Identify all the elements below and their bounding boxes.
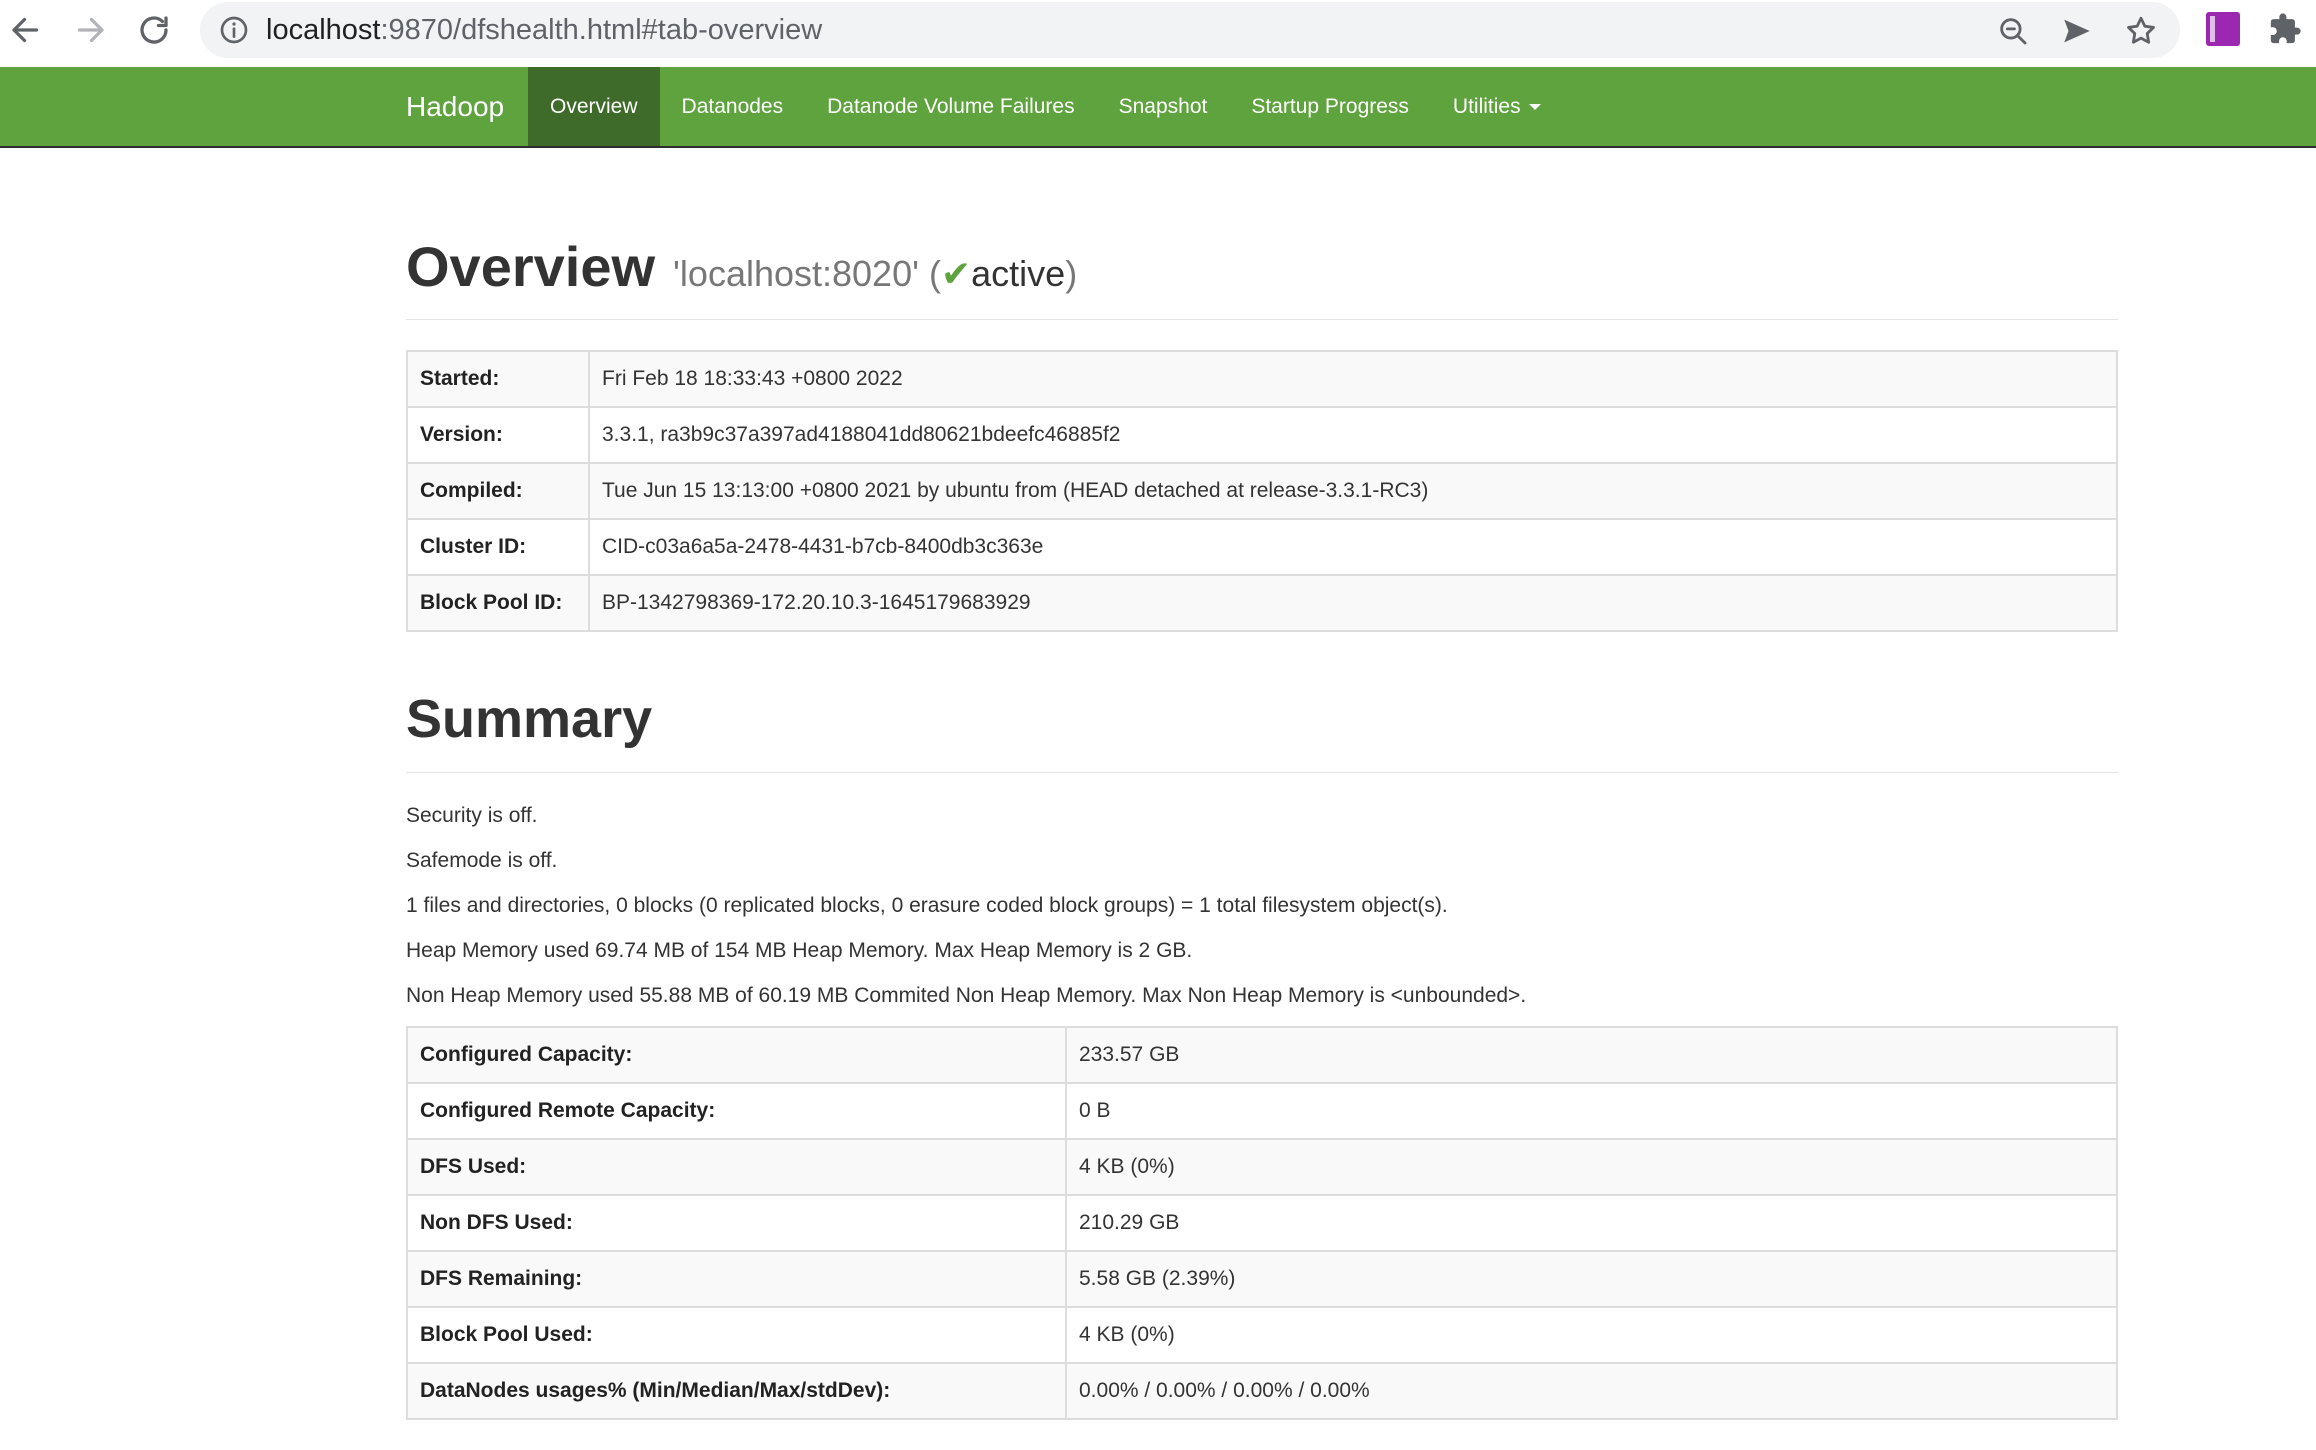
- table-row: Configured Remote Capacity: 0 B: [406, 1082, 2118, 1140]
- overview-header: Overview 'localhost:8020' (✔active): [406, 234, 2118, 320]
- filesystem-objects: 1 files and directories, 0 blocks (0 rep…: [406, 894, 1448, 917]
- safemode-status: Safemode is off.: [406, 849, 558, 872]
- row-key: Started:: [406, 350, 590, 408]
- row-key: Configured Remote Capacity:: [406, 1082, 1067, 1140]
- page-title: Overview: [406, 235, 656, 298]
- row-value: BP-1342798369-172.20.10.3-1645179683929: [588, 574, 2118, 632]
- rp-extension-icon[interactable]: [2206, 12, 2240, 46]
- tab-utilities[interactable]: Utilities: [1431, 67, 1563, 146]
- check-icon: ✔: [940, 253, 972, 294]
- row-key: Non DFS Used:: [406, 1194, 1067, 1252]
- info-icon[interactable]: [218, 14, 250, 46]
- non-heap-memory: Non Heap Memory used 55.88 MB of 60.19 M…: [406, 984, 1527, 1007]
- row-key: DataNodes usages% (Min/Median/Max/stdDev…: [406, 1362, 1067, 1420]
- row-key: DFS Remaining:: [406, 1250, 1067, 1308]
- url-text[interactable]: localhost:9870/dfshealth.html#tab-overvi…: [266, 14, 822, 47]
- table-row: Compiled: Tue Jun 15 13:13:00 +0800 2021…: [406, 462, 2118, 520]
- arrow-left-icon: [12, 17, 39, 43]
- arrow-right-icon: [77, 17, 104, 43]
- row-value: CID-c03a6a5a-2478-4431-b7cb-8400db3c363e: [588, 518, 2118, 576]
- table-row: Block Pool ID: BP-1342798369-172.20.10.3…: [406, 574, 2118, 632]
- hadoop-navbar: Hadoop Overview Datanodes Datanode Volum…: [0, 67, 2316, 148]
- row-value: Fri Feb 18 18:33:43 +0800 2022: [588, 350, 2118, 408]
- url-host: localhost: [266, 14, 381, 46]
- brand-link[interactable]: Hadoop: [406, 67, 504, 146]
- table-row: Non DFS Used: 210.29 GB: [406, 1194, 2118, 1252]
- row-value: 0 B: [1065, 1082, 2118, 1140]
- table-row: Cluster ID: CID-c03a6a5a-2478-4431-b7cb-…: [406, 518, 2118, 576]
- row-key: Version:: [406, 406, 590, 464]
- row-key: Block Pool ID:: [406, 574, 590, 632]
- row-key: DFS Used:: [406, 1138, 1067, 1196]
- status-close: ): [1065, 253, 1078, 294]
- section-title: Summary: [406, 689, 653, 749]
- overview-table: Started: Fri Feb 18 18:33:43 +0800 2022 …: [406, 350, 2118, 632]
- main-content: Overview 'localhost:8020' (✔active) Star…: [406, 148, 2118, 1420]
- url-path: :9870/dfshealth.html#tab-overview: [380, 14, 823, 46]
- tab-datanodes[interactable]: Datanodes: [660, 67, 806, 146]
- security-status: Security is off.: [406, 804, 538, 827]
- tab-startup-progress[interactable]: Startup Progress: [1229, 67, 1431, 146]
- namenode-status: 'localhost:8020' (✔active): [673, 253, 1077, 295]
- summary-header: Summary: [406, 688, 2118, 773]
- row-value: 0.00% / 0.00% / 0.00% / 0.00%: [1065, 1362, 2118, 1420]
- caret-down-icon: [1528, 104, 1541, 111]
- summary-table: Configured Capacity: 233.57 GB Configure…: [406, 1026, 2118, 1420]
- row-value: 233.57 GB: [1065, 1026, 2118, 1084]
- row-value: 4 KB (0%): [1065, 1138, 2118, 1196]
- tab-snapshot[interactable]: Snapshot: [1097, 67, 1230, 146]
- nav-tabs: Overview Datanodes Datanode Volume Failu…: [528, 67, 1563, 146]
- summary-text: Security is off. Safemode is off. 1 file…: [406, 793, 2118, 1018]
- zoom-icon[interactable]: [1996, 14, 2030, 48]
- table-row: DataNodes usages% (Min/Median/Max/stdDev…: [406, 1362, 2118, 1420]
- table-row: DFS Used: 4 KB (0%): [406, 1138, 2118, 1196]
- row-value: 210.29 GB: [1065, 1194, 2118, 1252]
- send-icon[interactable]: [2060, 14, 2094, 48]
- row-key: Configured Capacity:: [406, 1026, 1067, 1084]
- row-value: Tue Jun 15 13:13:00 +0800 2021 by ubuntu…: [588, 462, 2118, 520]
- row-key: Cluster ID:: [406, 518, 590, 576]
- row-value: 3.3.1, ra3b9c37a397ad4188041dd80621bdeef…: [588, 406, 2118, 464]
- star-icon[interactable]: [2124, 14, 2158, 48]
- puzzle-icon[interactable]: [2268, 12, 2302, 46]
- table-row: Version: 3.3.1, ra3b9c37a397ad4188041dd8…: [406, 406, 2118, 464]
- utilities-label: Utilities: [1452, 95, 1521, 118]
- browser-toolbar: localhost:9870/dfshealth.html#tab-overvi…: [0, 0, 2316, 67]
- back-button[interactable]: [2, 8, 50, 52]
- tab-overview[interactable]: Overview: [528, 67, 660, 146]
- row-key: Block Pool Used:: [406, 1306, 1067, 1364]
- table-row: DFS Remaining: 5.58 GB (2.39%): [406, 1250, 2118, 1308]
- namenode-state: active: [971, 253, 1066, 294]
- forward-button[interactable]: [66, 8, 114, 52]
- table-row: Block Pool Used: 4 KB (0%): [406, 1306, 2118, 1364]
- row-value: 4 KB (0%): [1065, 1306, 2118, 1364]
- heap-memory: Heap Memory used 69.74 MB of 154 MB Heap…: [406, 939, 1193, 962]
- row-key: Compiled:: [406, 462, 590, 520]
- address-bar[interactable]: localhost:9870/dfshealth.html#tab-overvi…: [200, 2, 2180, 58]
- reload-button[interactable]: [130, 8, 178, 52]
- table-row: Started: Fri Feb 18 18:33:43 +0800 2022: [406, 350, 2118, 408]
- namenode-host: 'localhost:8020' (: [673, 253, 941, 294]
- tab-datanode-volume-failures[interactable]: Datanode Volume Failures: [805, 67, 1096, 146]
- table-row: Configured Capacity: 233.57 GB: [406, 1026, 2118, 1084]
- row-value: 5.58 GB (2.39%): [1065, 1250, 2118, 1308]
- reload-icon: [140, 16, 168, 44]
